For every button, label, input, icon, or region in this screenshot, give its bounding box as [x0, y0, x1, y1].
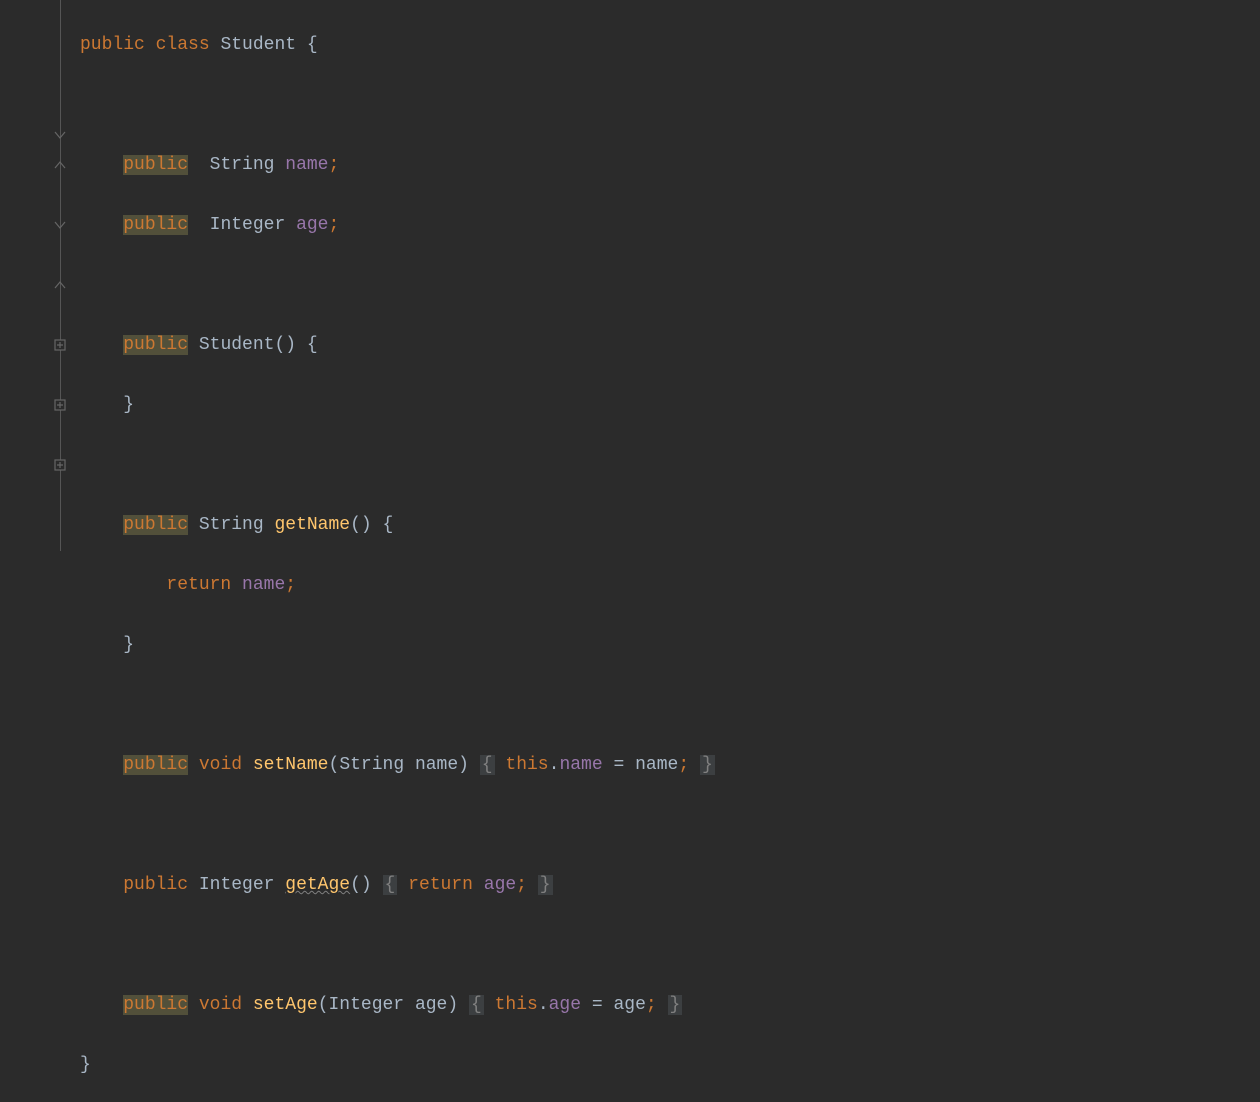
field-ref: name: [242, 575, 285, 595]
dot: .: [549, 755, 560, 775]
code-line: public void setName(String name) { this.…: [80, 750, 1260, 780]
keyword-public: public: [123, 335, 188, 355]
code-line: public String getName() {: [80, 510, 1260, 540]
code-line: [80, 450, 1260, 480]
gutter: [0, 0, 70, 551]
fold-collapse-icon[interactable]: [53, 128, 67, 142]
folded-brace-close[interactable]: }: [538, 875, 553, 895]
field-ref: age: [549, 995, 581, 1015]
keyword-return: return: [408, 875, 473, 895]
param-name: age: [415, 995, 447, 1015]
fold-expand-icon[interactable]: [53, 398, 67, 412]
folded-brace-open[interactable]: {: [469, 995, 484, 1015]
parens: (): [350, 875, 372, 895]
identifier: name: [635, 755, 678, 775]
paren-close: ): [447, 995, 458, 1015]
code-line: [80, 90, 1260, 120]
type-ref: String: [199, 515, 264, 535]
code-line: [80, 690, 1260, 720]
semicolon: ;: [678, 755, 689, 775]
parens: (): [274, 335, 296, 355]
equals: =: [592, 995, 603, 1015]
semicolon: ;: [516, 875, 527, 895]
brace-close: }: [123, 395, 134, 415]
keyword-this: this: [495, 995, 538, 1015]
code-editor[interactable]: public class Student { public String nam…: [0, 0, 1260, 551]
folded-brace-close[interactable]: }: [700, 755, 715, 775]
identifier: age: [613, 995, 645, 1015]
type-ref: Integer: [210, 215, 286, 235]
fold-expand-icon[interactable]: [53, 338, 67, 352]
brace-open: {: [307, 335, 318, 355]
type-ref: String: [210, 155, 275, 175]
fold-end-icon[interactable]: [53, 278, 67, 292]
fold-end-icon[interactable]: [53, 158, 67, 172]
code-line: [80, 270, 1260, 300]
fold-expand-icon[interactable]: [53, 458, 67, 472]
semicolon: ;: [328, 215, 339, 235]
keyword-public: public: [80, 35, 145, 55]
code-line: return name;: [80, 570, 1260, 600]
semicolon: ;: [646, 995, 657, 1015]
code-line: [80, 810, 1260, 840]
code-line: public Student() {: [80, 330, 1260, 360]
field-ref: age: [484, 875, 516, 895]
dot: .: [538, 995, 549, 1015]
fold-collapse-icon[interactable]: [53, 218, 67, 232]
brace-open: {: [383, 515, 394, 535]
paren-close: ): [458, 755, 469, 775]
keyword-void: void: [199, 755, 242, 775]
brace-close: }: [80, 1055, 91, 1075]
folded-brace-close[interactable]: }: [668, 995, 683, 1015]
semicolon: ;: [328, 155, 339, 175]
param-type: Integer: [329, 995, 405, 1015]
code-line: public Integer age;: [80, 210, 1260, 240]
brace-close: }: [123, 635, 134, 655]
field-name: age: [296, 215, 328, 235]
code-line: [80, 930, 1260, 960]
param-type: String: [339, 755, 404, 775]
method-name: setName: [253, 755, 329, 775]
code-line: public Integer getAge() { return age; }: [80, 870, 1260, 900]
brace-open: {: [307, 35, 318, 55]
keyword-void: void: [199, 995, 242, 1015]
parens: (): [350, 515, 372, 535]
paren-open: (: [329, 755, 340, 775]
folded-brace-open[interactable]: {: [480, 755, 495, 775]
constructor-name: Student: [199, 335, 275, 355]
keyword-return: return: [166, 575, 231, 595]
code-line: }: [80, 1050, 1260, 1080]
semicolon: ;: [285, 575, 296, 595]
code-area[interactable]: public class Student { public String nam…: [70, 0, 1260, 551]
paren-open: (: [318, 995, 329, 1015]
code-line: }: [80, 630, 1260, 660]
keyword-class: class: [156, 35, 210, 55]
code-line: public String name;: [80, 150, 1260, 180]
method-name: setAge: [253, 995, 318, 1015]
keyword-this: this: [505, 755, 548, 775]
keyword-public: public: [123, 875, 188, 895]
code-line: public class Student {: [80, 30, 1260, 60]
type-ref: Integer: [199, 875, 275, 895]
field-name: name: [285, 155, 328, 175]
keyword-public: public: [123, 515, 188, 535]
equals: =: [613, 755, 624, 775]
code-line: }: [80, 390, 1260, 420]
field-ref: name: [559, 755, 602, 775]
method-name: getAge: [285, 875, 350, 895]
keyword-public: public: [123, 755, 188, 775]
folded-brace-open[interactable]: {: [383, 875, 398, 895]
method-name: getName: [274, 515, 350, 535]
keyword-public: public: [123, 995, 188, 1015]
param-name: name: [415, 755, 458, 775]
class-name: Student: [220, 35, 296, 55]
code-line: public void setAge(Integer age) { this.a…: [80, 990, 1260, 1020]
keyword-public: public: [123, 155, 188, 175]
keyword-public: public: [123, 215, 188, 235]
